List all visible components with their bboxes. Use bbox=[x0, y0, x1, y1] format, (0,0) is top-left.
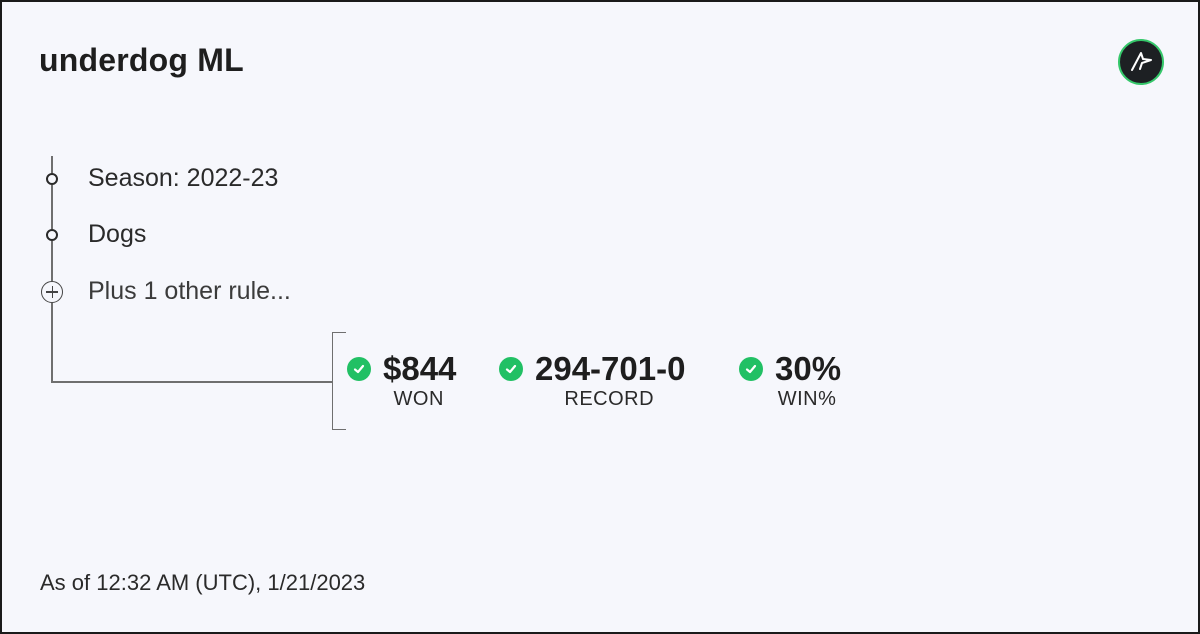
circle-bullet-icon bbox=[46, 172, 58, 185]
rule-item-season: Season: 2022-23 bbox=[38, 164, 278, 193]
rule-label: Dogs bbox=[88, 220, 147, 248]
stat-value: 294-701-0 bbox=[535, 350, 686, 387]
tree-connector-horizontal bbox=[51, 381, 333, 383]
circle-bullet-icon bbox=[46, 228, 58, 241]
brand-logo-icon[interactable] bbox=[1118, 39, 1164, 85]
stat-win-pct: 30% WIN% bbox=[739, 350, 841, 411]
results-bracket bbox=[332, 332, 346, 430]
stat-won: $844 WON bbox=[347, 350, 456, 411]
stat-record: 294-701-0 RECORD bbox=[499, 350, 685, 411]
check-circle-icon bbox=[739, 357, 763, 381]
check-circle-icon bbox=[347, 357, 371, 381]
stat-label: RECORD bbox=[564, 388, 655, 410]
plus-circle-icon[interactable] bbox=[41, 280, 63, 303]
rule-item-dogs: Dogs bbox=[38, 220, 146, 249]
rule-label: Season: 2022-23 bbox=[88, 164, 279, 192]
as-of-timestamp: As of 12:32 AM (UTC), 1/21/2023 bbox=[40, 570, 366, 595]
system-card: underdog ML Season: 2022-23 Dogs Plus 1 … bbox=[0, 0, 1200, 634]
stat-value: 30% bbox=[775, 350, 842, 387]
rule-item-more[interactable]: Plus 1 other rule... bbox=[38, 277, 291, 306]
stat-label: WIN% bbox=[777, 388, 837, 410]
stat-value: $844 bbox=[383, 350, 457, 387]
check-circle-icon bbox=[499, 357, 523, 381]
more-rules-link[interactable]: Plus 1 other rule... bbox=[88, 277, 291, 306]
card-title: underdog ML bbox=[39, 42, 244, 78]
stat-label: WON bbox=[393, 388, 444, 410]
